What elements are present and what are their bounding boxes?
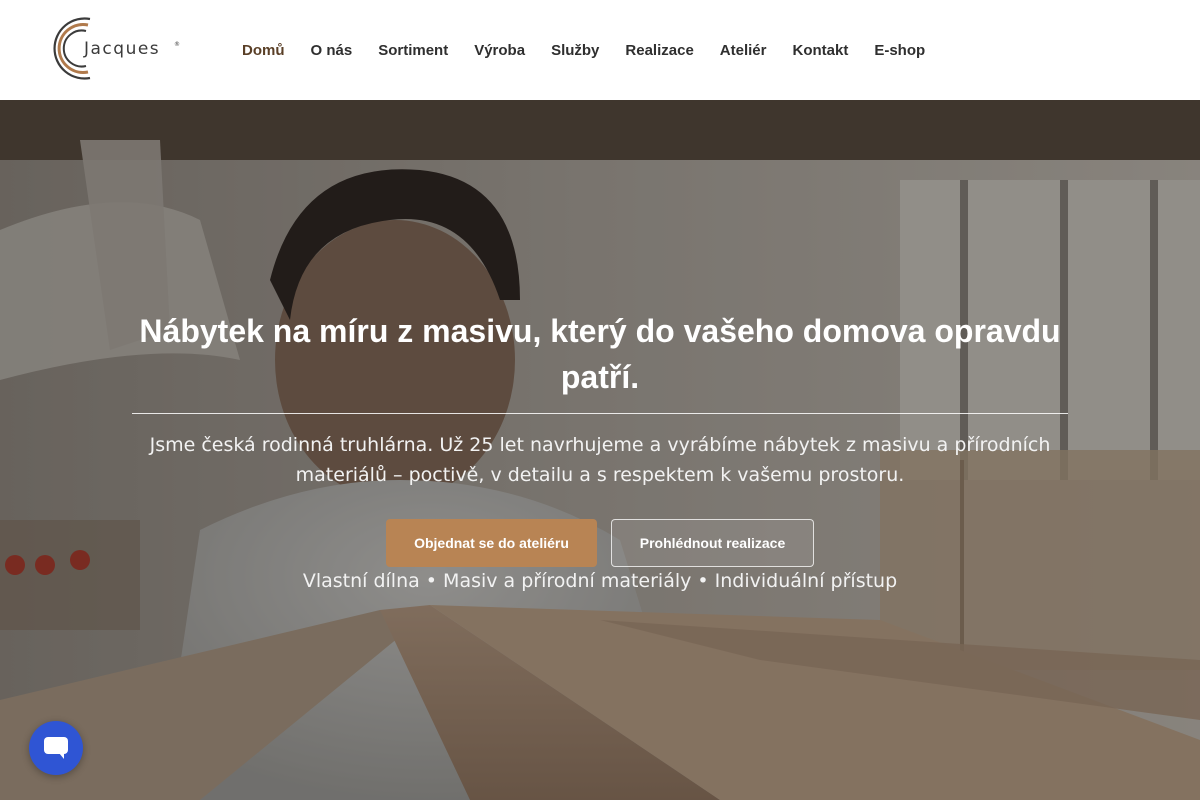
hero-section: Nábytek na míru z masivu, který do vašeh… xyxy=(0,100,1200,800)
chat-bubble-icon xyxy=(44,737,68,759)
nav-item-o-nas[interactable]: O nás xyxy=(298,42,366,59)
jacques-c-logo-icon: Jacques ® xyxy=(53,17,180,80)
nav-item-kontakt[interactable]: Kontakt xyxy=(779,42,861,59)
nav-item-sluzby[interactable]: Služby xyxy=(538,42,612,59)
view-realizations-button[interactable]: Prohlédnout realizace xyxy=(611,519,814,567)
nav-item-vyroba[interactable]: Výroba xyxy=(461,42,538,59)
site-header: Jacques ® Domů O nás Sortiment Výroba Sl… xyxy=(0,0,1200,100)
nav-item-domu[interactable]: Domů xyxy=(229,42,298,59)
nav-item-atelier[interactable]: Ateliér xyxy=(707,42,780,59)
nav-item-sortiment[interactable]: Sortiment xyxy=(365,42,461,59)
hero-buttons: Objednat se do ateliéru Prohlédnout real… xyxy=(132,519,1068,567)
logo-text: Jacques xyxy=(83,39,160,59)
logo[interactable]: Jacques ® xyxy=(48,16,188,82)
nav-item-eshop[interactable]: E-shop xyxy=(861,42,938,59)
svg-text:®: ® xyxy=(174,41,180,48)
book-atelier-button[interactable]: Objednat se do ateliéru xyxy=(386,519,597,567)
nav-item-realizace[interactable]: Realizace xyxy=(612,42,706,59)
hero-tagline-wrap: Vlastní dílna • Masiv a přírodní materiá… xyxy=(0,566,1200,596)
main-nav: Domů O nás Sortiment Výroba Služby Reali… xyxy=(229,0,938,100)
hero-tagline: Vlastní dílna • Masiv a přírodní materiá… xyxy=(302,570,898,592)
chat-widget-button[interactable] xyxy=(29,721,83,775)
hero-content: Nábytek na míru z masivu, který do vašeh… xyxy=(132,308,1068,567)
hero-title: Nábytek na míru z masivu, který do vašeh… xyxy=(132,308,1068,414)
hero-subtitle: Jsme česká rodinná truhlárna. Už 25 let … xyxy=(149,434,1051,486)
